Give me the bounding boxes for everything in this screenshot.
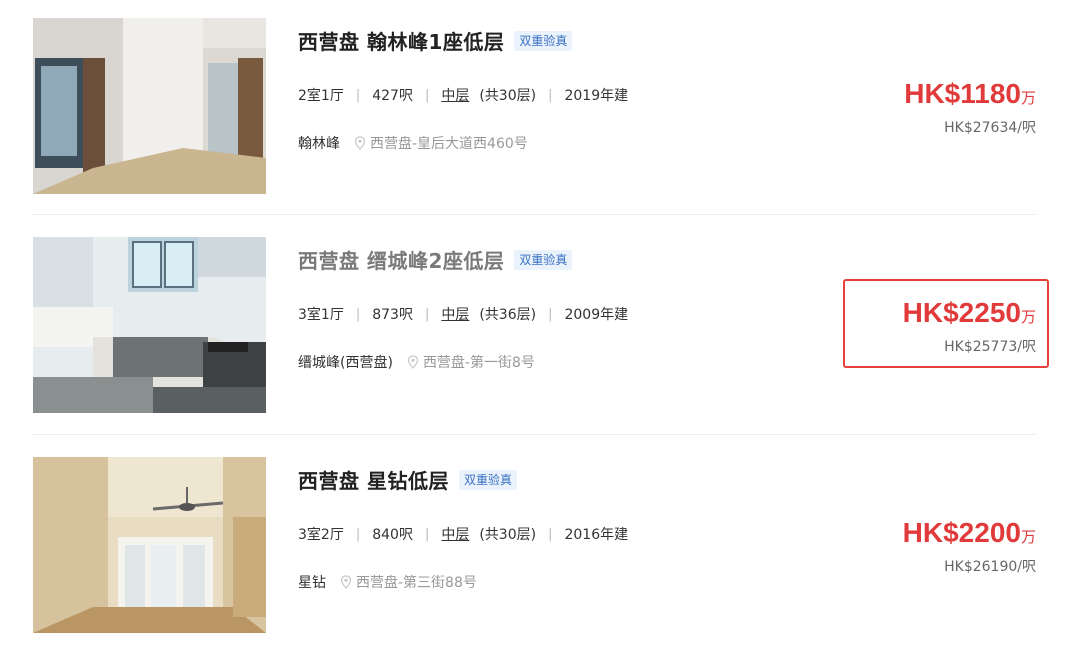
listing-address: 缙城峰(西营盘) 西营盘-第一街8号 — [298, 352, 535, 372]
separator: | — [424, 526, 430, 542]
floor-area: 427呎 — [372, 88, 413, 104]
location-text: 西营盘-第一街8号 — [422, 355, 535, 371]
listing-specs: 3室1厅 | 873呎 | 中层 (共36层) | 2009年建 — [298, 304, 628, 324]
build-year: 2009年建 — [564, 307, 629, 323]
divider — [33, 214, 1036, 215]
listing-specs: 3室2厅 | 840呎 | 中层 (共30层) | 2016年建 — [298, 524, 628, 544]
listing-title[interactable]: 西营盘 翰林峰1座低层 — [298, 26, 504, 55]
price-value: HK$2200 — [902, 517, 1021, 548]
total-price: HK$1180万 — [904, 78, 1036, 115]
floor-total: (共30层) — [479, 88, 537, 104]
separator: | — [355, 526, 361, 542]
estate-name[interactable]: 翰林峰 — [298, 133, 340, 153]
price-value: HK$1180 — [904, 78, 1021, 109]
separator: | — [548, 526, 553, 542]
separator: | — [355, 87, 361, 103]
room-with-ceiling-fan-photo — [33, 457, 266, 633]
price-unit: 万 — [1020, 90, 1036, 107]
room-layout: 3室2厅 — [298, 527, 344, 543]
verified-badge: 双重验真 — [514, 30, 573, 51]
floor-level: 中层 — [441, 307, 470, 323]
total-price: HK$2200万 — [903, 517, 1036, 554]
unit-price: HK$26190/呎 — [944, 559, 1036, 575]
listing-card[interactable]: 西营盘 星钻低层 双重验真 3室2厅 | 840呎 | 中层 (共30层) | … — [0, 457, 1080, 657]
price-block: HK$2200万 HK$26190/呎 — [903, 517, 1036, 576]
kitchen-photo — [33, 237, 266, 413]
estate-name[interactable]: 缙城峰(西营盘) — [298, 352, 393, 372]
location-pin-icon — [340, 575, 352, 589]
price-block: HK$1180万 HK$27634/呎 — [904, 78, 1036, 137]
price-highlight-box — [843, 279, 1049, 368]
location-text: 西营盘-第三街88号 — [356, 575, 477, 591]
floor-total: (共36层) — [479, 307, 537, 323]
room-layout: 2室1厅 — [298, 88, 344, 104]
listing-address: 翰林峰 西营盘-皇后大道西460号 — [298, 133, 528, 153]
location-pin-icon — [407, 355, 419, 369]
listing-thumbnail[interactable] — [33, 237, 266, 413]
living-room-photo — [33, 18, 266, 194]
separator: | — [355, 306, 361, 322]
build-year: 2016年建 — [564, 527, 629, 543]
floor-level: 中层 — [441, 527, 470, 543]
listing-card[interactable]: 西营盘 翰林峰1座低层 双重验真 2室1厅 | 427呎 | 中层 (共30层)… — [0, 18, 1080, 218]
location-pin-icon — [354, 136, 366, 150]
location-text: 西营盘-皇后大道西460号 — [370, 136, 528, 152]
separator: | — [424, 87, 430, 103]
verified-badge: 双重验真 — [458, 469, 517, 490]
floor-total: (共30层) — [479, 527, 537, 543]
price-unit: 万 — [1020, 529, 1036, 546]
room-layout: 3室1厅 — [298, 307, 344, 323]
floor-area: 840呎 — [372, 527, 413, 543]
verified-badge: 双重验真 — [514, 249, 573, 270]
unit-price: HK$27634/呎 — [944, 120, 1036, 136]
separator: | — [424, 306, 430, 322]
separator: | — [548, 306, 553, 322]
listing-title[interactable]: 西营盘 星钻低层 — [298, 465, 449, 494]
divider — [33, 434, 1036, 435]
floor-level: 中层 — [441, 88, 470, 104]
estate-name[interactable]: 星钻 — [298, 572, 326, 592]
build-year: 2019年建 — [564, 88, 629, 104]
listing-thumbnail[interactable] — [33, 457, 266, 633]
listing-specs: 2室1厅 | 427呎 | 中层 (共30层) | 2019年建 — [298, 85, 628, 105]
listing-title[interactable]: 西营盘 缙城峰2座低层 — [298, 245, 504, 274]
separator: | — [548, 87, 553, 103]
floor-area: 873呎 — [372, 307, 413, 323]
listing-address: 星钻 西营盘-第三街88号 — [298, 572, 477, 592]
listing-thumbnail[interactable] — [33, 18, 266, 194]
